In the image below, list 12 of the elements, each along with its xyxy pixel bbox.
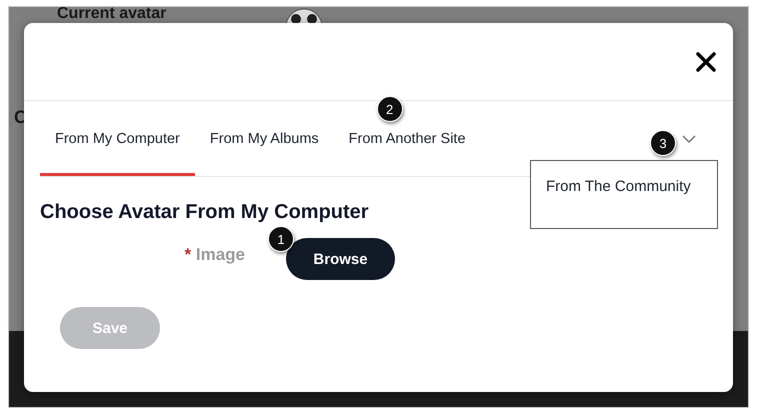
tab[interactable]: From My Albums (194, 101, 334, 176)
callout-badge: 2 (376, 96, 403, 122)
field-label: * Image (184, 245, 245, 265)
browse-button[interactable]: Browse (286, 238, 395, 280)
callout-badge: 1 (268, 226, 294, 252)
section-heading: Choose Avatar From My Computer (40, 201, 370, 224)
close-icon[interactable] (695, 50, 717, 72)
callout-badge: 3 (650, 130, 676, 156)
chevron-icon[interactable] (682, 135, 696, 144)
background-title: Current avatar (57, 7, 166, 22)
tab[interactable]: From My Computer (40, 101, 195, 176)
menu-item[interactable]: From The Community (546, 178, 717, 195)
